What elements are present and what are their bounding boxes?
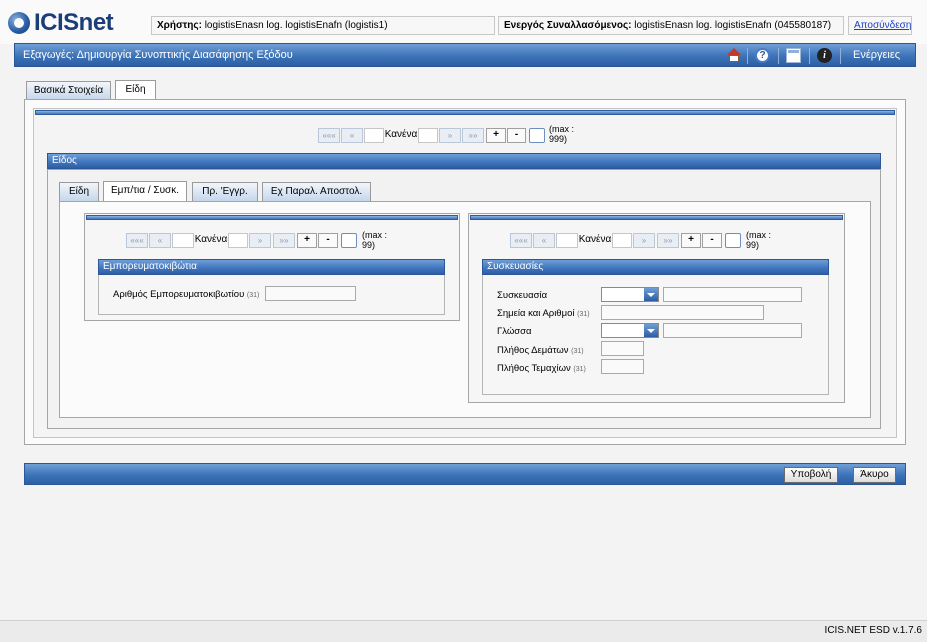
app-logo: ICISnet [8,9,133,39]
containers-nav-value: Κανένα [194,234,228,245]
trader-label: Ενεργός Συναλλασόμενος: [504,20,632,31]
nav-prev-button[interactable]: « [341,128,363,143]
number-of-pieces-label: Πλήθος Τεμαχίων (31) [497,363,586,374]
containers-nav-max-label: (max : 99) [362,230,388,250]
package-type-description[interactable] [663,287,802,302]
help-icon[interactable]: ? [755,48,770,63]
containers-title: Εμπορευματοκιβώτια [98,259,445,275]
packages-nav-add-button[interactable]: + [681,233,701,248]
chevron-down-icon[interactable] [644,324,658,337]
nav-blank-left [364,128,384,143]
logout-box: Αποσύνδεση [848,16,912,35]
nav-first-button[interactable]: ««« [318,128,340,143]
marks-numbers-label: Σημεία και Αριθμοί (31) [497,308,590,319]
number-of-packages-input[interactable] [601,341,644,356]
language-description[interactable] [663,323,802,338]
containers-nav-add-button[interactable]: + [297,233,317,248]
packages-nav-first-button[interactable]: ««« [510,233,532,248]
tab-items[interactable]: Είδη [115,80,156,100]
status-bar: ICIS.NET ESD v.1.7.6 [0,620,927,642]
language-select[interactable] [601,323,659,338]
active-trader-info: Ενεργός Συναλλασόμενος: logistisEnasn lo… [498,16,844,35]
page-title: Εξαγωγές: Δημιουργία Συνοπτικής Διασάφησ… [23,49,293,61]
nav-next-button[interactable]: » [439,128,461,143]
package-type-select[interactable] [601,287,659,302]
language-label: Γλώσσα [497,326,532,337]
package-type-label: Συσκευασία [497,290,548,301]
packages-nav-goto-box[interactable] [725,233,741,248]
packages-nav-next-button[interactable]: » [633,233,655,248]
nav-max-label: (max : 999) [549,124,575,144]
container-number-input[interactable] [265,286,356,301]
app-header: ICISnet Χρήστης: logistisEnasn log. logi… [0,0,927,44]
logout-link[interactable]: Αποσύνδεση [854,20,911,31]
tab-basic-info[interactable]: Βασικά Στοιχεία [26,81,111,100]
user-info: Χρήστης: logistisEnasn log. logistisEnaf… [151,16,495,35]
container-number-label: Αριθμός Εμπορευματοκιβωτίου (31) [113,289,260,300]
packages-panel-bar [470,215,843,220]
tab-export-consignment[interactable]: Εχ Παραλ. Αποστολ. [262,182,371,201]
form-action-bar [24,463,906,485]
containers-nav-blank-left [172,233,194,248]
containers-nav-blank-right [228,233,248,248]
trader-value: logistisEnasn log. logistisEnafn (045580… [634,20,832,31]
logo-globe-icon [8,12,30,34]
packages-nav-remove-button[interactable]: - [702,233,722,248]
item-section-title: Είδος [47,153,881,169]
packages-title: Συσκευασίες [482,259,829,275]
home-icon[interactable] [727,48,742,63]
nav-value: Κανένα [384,129,418,140]
nav-blank-right [418,128,438,143]
marks-numbers-input[interactable] [601,305,764,320]
packages-nav-blank-right [612,233,632,248]
nav-goto-box[interactable] [529,128,545,143]
packages-nav-last-button[interactable]: »» [657,233,679,248]
chevron-down-icon[interactable] [644,288,658,301]
page-titlebar: Εξαγωγές: Δημιουργία Συνοπτικής Διασάφησ… [14,43,916,67]
containers-nav-first-button[interactable]: ««« [126,233,148,248]
containers-nav-last-button[interactable]: »» [273,233,295,248]
version-label: ICIS.NET ESD v.1.7.6 [824,625,922,636]
nav-last-button[interactable]: »» [462,128,484,143]
nav-add-button[interactable]: + [486,128,506,143]
containers-nav-remove-button[interactable]: - [318,233,338,248]
items-panel-bar [35,110,895,115]
tab-item-list[interactable]: Είδη [59,182,99,201]
containers-nav-prev-button[interactable]: « [149,233,171,248]
containers-panel-bar [86,215,458,220]
containers-nav-goto-box[interactable] [341,233,357,248]
containers-nav-next-button[interactable]: » [249,233,271,248]
packages-nav-max-label: (max : 99) [746,230,772,250]
info-icon[interactable]: i [817,48,832,63]
packages-nav-value: Κανένα [578,234,612,245]
tab-prev-documents[interactable]: Πρ. 'Εγγρ. [192,182,258,201]
nav-remove-button[interactable]: - [507,128,526,143]
number-of-pieces-input[interactable] [601,359,644,374]
packages-nav-prev-button[interactable]: « [533,233,555,248]
submit-button[interactable]: Υποβολή [784,467,838,483]
cancel-button[interactable]: Άκυρο [853,467,896,483]
actions-menu[interactable]: Ενέργειες [853,49,900,61]
user-label: Χρήστης: [157,20,202,31]
window-icon[interactable] [786,48,801,63]
packages-nav-blank-left [556,233,578,248]
logo-text: ICISnet [34,9,114,36]
number-of-packages-label: Πλήθος Δεμάτων (31) [497,345,584,356]
user-value: logistisEnasn log. logistisEnafn (logist… [204,20,388,31]
tab-containers-packages[interactable]: Εμπ/τια / Συσκ. [103,181,187,201]
